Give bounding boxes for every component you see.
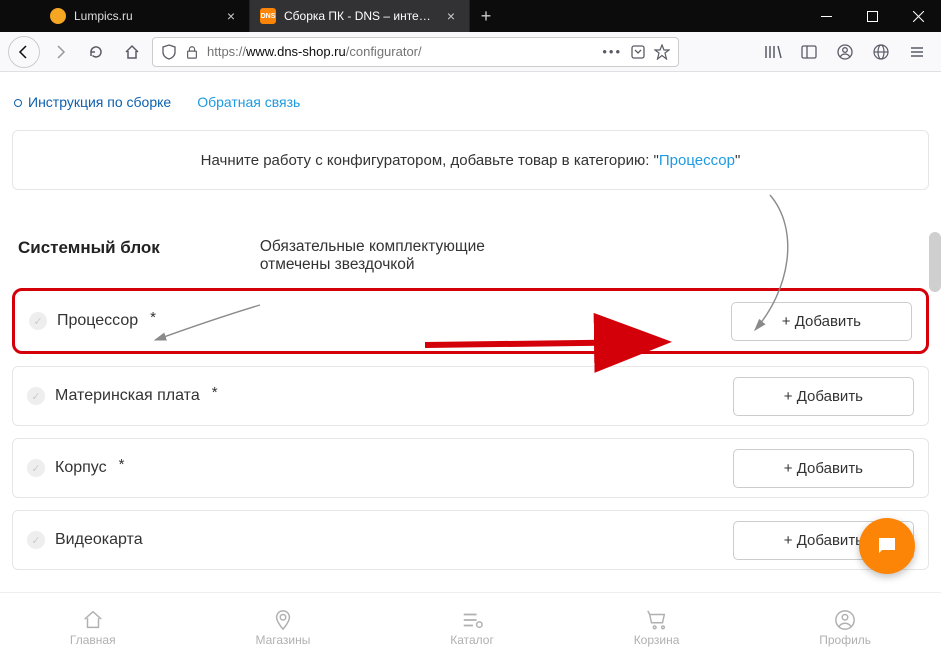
maximize-button[interactable]	[849, 0, 895, 32]
close-icon[interactable]: ×	[443, 8, 459, 24]
pin-icon	[272, 609, 294, 631]
chat-icon	[875, 534, 899, 558]
toolbar: https://www.dns-shop.ru/configurator/ ••…	[0, 32, 941, 72]
back-button[interactable]	[8, 36, 40, 68]
lock-icon[interactable]	[185, 45, 199, 59]
nav-label: Каталог	[450, 633, 494, 647]
required-icon: *	[212, 384, 218, 401]
reader-icon[interactable]	[630, 44, 646, 60]
url-host: www.dns-shop.ru	[246, 44, 346, 59]
cart-icon	[646, 609, 668, 631]
add-processor-button[interactable]: + Добавить	[731, 302, 912, 341]
nav-home[interactable]: Главная	[70, 609, 116, 647]
instructions-link[interactable]: Инструкция по сборке	[14, 94, 171, 110]
check-icon	[29, 312, 47, 330]
close-button[interactable]	[895, 0, 941, 32]
lumpics-favicon-icon	[50, 8, 66, 24]
titlebar: Lumpics.ru × DNS Сборка ПК - DNS – интер…	[0, 0, 941, 32]
component-row-motherboard: Материнская плата * + Добавить	[12, 366, 929, 426]
scrollbar[interactable]	[929, 232, 941, 292]
nav-label: Магазины	[255, 633, 310, 647]
url-bar[interactable]: https://www.dns-shop.ru/configurator/ ••…	[152, 37, 679, 67]
add-case-button[interactable]: + Добавить	[733, 449, 914, 488]
network-icon[interactable]	[865, 36, 897, 68]
feedback-link[interactable]: Обратная связь	[197, 94, 300, 110]
reload-button[interactable]	[80, 36, 112, 68]
chat-fab[interactable]	[859, 518, 915, 574]
row-label: Видеокарта	[55, 531, 143, 549]
close-icon[interactable]: ×	[223, 8, 239, 24]
bookmark-icon[interactable]	[654, 44, 670, 60]
required-icon: *	[150, 309, 156, 326]
add-motherboard-button[interactable]: + Добавить	[733, 377, 914, 416]
row-label: Корпус	[55, 459, 107, 477]
page-links: Инструкция по сборке Обратная связь	[8, 88, 933, 120]
shield-icon[interactable]	[161, 44, 177, 60]
start-banner: Начните работу с конфигуратором, добавьт…	[12, 130, 929, 190]
home-button[interactable]	[116, 36, 148, 68]
bottom-nav: Главная Магазины Каталог Корзина Профиль	[0, 592, 941, 662]
row-label: Материнская плата	[55, 387, 200, 405]
menu-icon[interactable]	[901, 36, 933, 68]
page-content: Инструкция по сборке Обратная связь Начн…	[0, 72, 941, 592]
nav-label: Профиль	[819, 633, 871, 647]
section-title: Системный блок	[18, 238, 160, 274]
nav-cart[interactable]: Корзина	[634, 609, 680, 647]
account-icon[interactable]	[829, 36, 861, 68]
sidebar-icon[interactable]	[793, 36, 825, 68]
profile-icon	[834, 609, 856, 631]
tab-title: Lumpics.ru	[74, 9, 215, 23]
nav-label: Главная	[70, 633, 116, 647]
dns-favicon-icon: DNS	[260, 8, 276, 24]
url-prefix: https://	[207, 44, 246, 59]
nav-stores[interactable]: Магазины	[255, 609, 310, 647]
tab-dns[interactable]: DNS Сборка ПК - DNS – интернет м ×	[250, 0, 470, 32]
row-label: Процессор	[57, 312, 138, 330]
component-row-processor: Процессор * + Добавить	[12, 288, 929, 354]
nav-catalog[interactable]: Каталог	[450, 609, 494, 647]
url-text: https://www.dns-shop.ru/configurator/	[207, 44, 594, 59]
check-icon	[27, 387, 45, 405]
banner-text-suffix: "	[735, 152, 740, 169]
section-subtitle-1: Обязательные комплектующие	[260, 238, 485, 256]
tab-title: Сборка ПК - DNS – интернет м	[284, 9, 435, 23]
catalog-icon	[461, 609, 483, 631]
library-icon[interactable]	[757, 36, 789, 68]
check-icon	[27, 531, 45, 549]
nav-label: Корзина	[634, 633, 680, 647]
home-icon	[82, 609, 104, 631]
tab-lumpics[interactable]: Lumpics.ru ×	[40, 0, 250, 32]
page-actions-icon[interactable]: •••	[602, 44, 622, 59]
minimize-button[interactable]	[803, 0, 849, 32]
section-subtitle-2: отмечены звездочкой	[260, 256, 485, 274]
component-row-case: Корпус * + Добавить	[12, 438, 929, 498]
forward-button[interactable]	[44, 36, 76, 68]
section-header: Системный блок Обязательные комплектующи…	[8, 190, 933, 288]
new-tab-button[interactable]: +	[470, 0, 502, 32]
check-icon	[27, 459, 45, 477]
window-controls	[803, 0, 941, 32]
banner-processor-link[interactable]: Процессор	[659, 152, 735, 169]
url-path: /configurator/	[346, 44, 422, 59]
required-icon: *	[119, 456, 125, 473]
nav-profile[interactable]: Профиль	[819, 609, 871, 647]
component-row-gpu: Видеокарта + Добавить	[12, 510, 929, 570]
tab-strip: Lumpics.ru × DNS Сборка ПК - DNS – интер…	[0, 0, 803, 32]
banner-text-prefix: Начните работу с конфигуратором, добавьт…	[201, 152, 659, 169]
